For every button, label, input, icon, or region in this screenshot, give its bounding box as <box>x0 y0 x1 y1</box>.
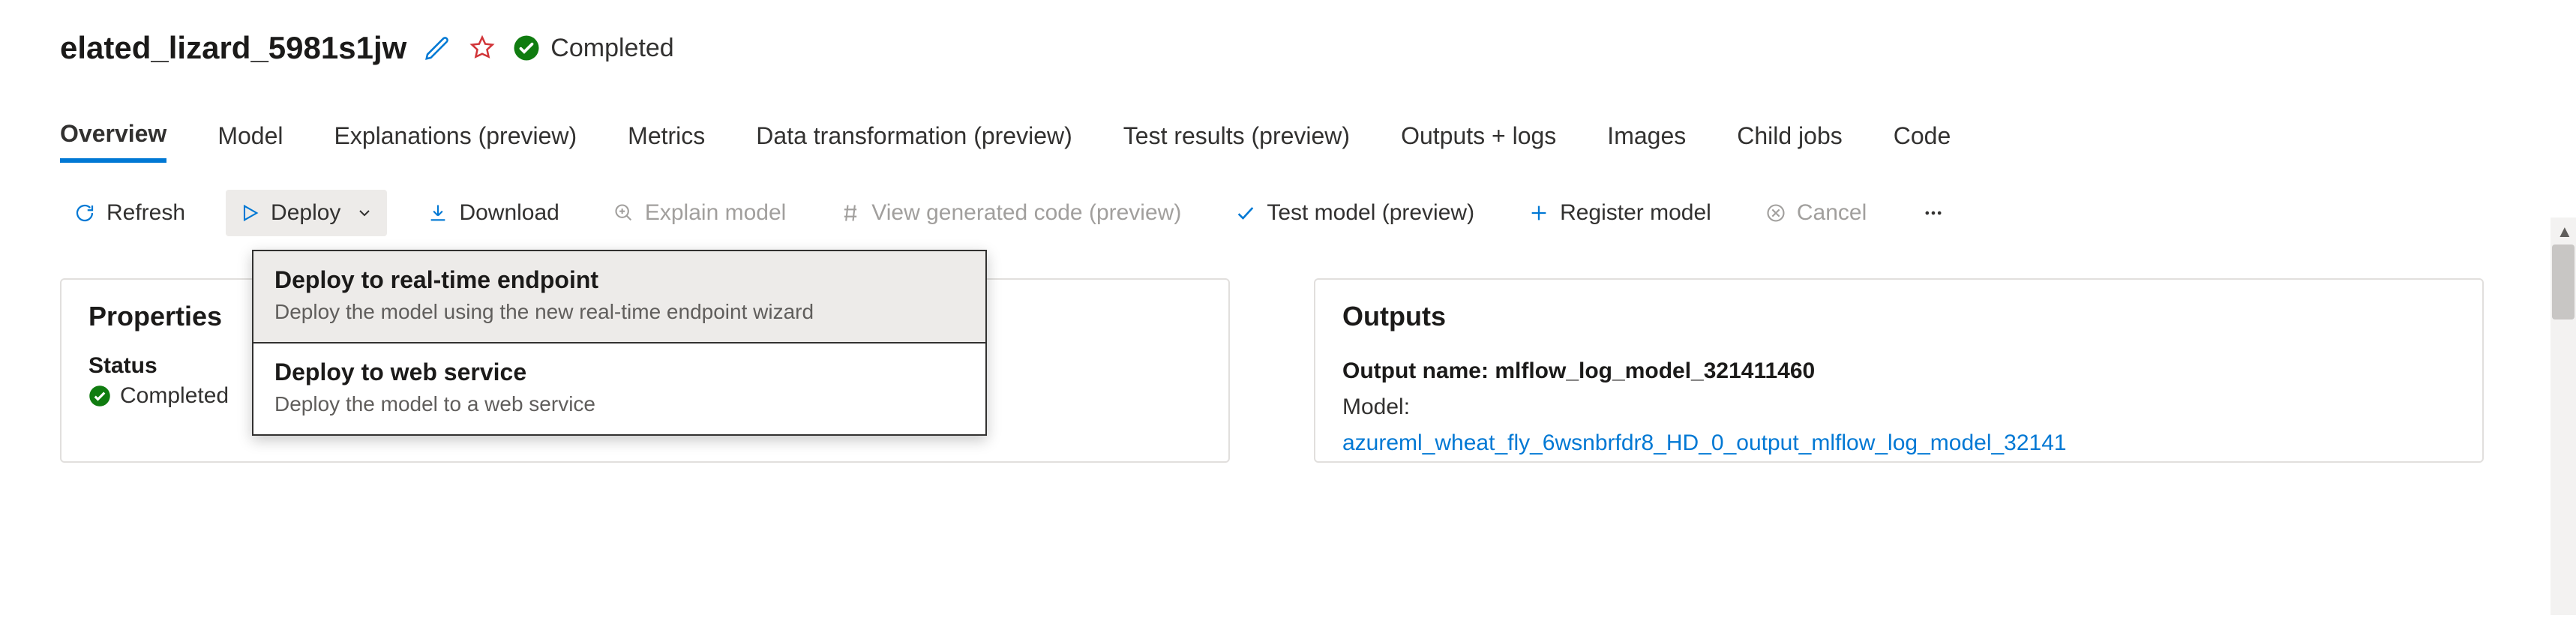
outputs-heading: Outputs <box>1342 301 2455 332</box>
plus-icon <box>1528 202 1549 224</box>
tab-bar: Overview Model Explanations (preview) Metri… <box>60 120 2576 163</box>
model-label: Model: <box>1342 394 1410 419</box>
tab-child-jobs[interactable]: Child jobs <box>1737 120 1843 163</box>
tab-data-transformation-preview[interactable]: Data transformation (preview) <box>756 120 1072 163</box>
output-name-value: mlflow_log_model_321411460 <box>1495 358 1815 383</box>
ellipsis-icon <box>1921 202 1946 224</box>
vertical-scrollbar[interactable]: ▲ <box>2551 218 2576 615</box>
cancel-button: Cancel <box>1752 190 1880 236</box>
scrollbar-thumb[interactable] <box>2552 244 2575 320</box>
test-model-button[interactable]: Test model (preview) <box>1222 190 1488 236</box>
cancel-label: Cancel <box>1797 200 1867 226</box>
register-model-label: Register model <box>1560 200 1711 226</box>
explain-model-button: Explain model <box>600 190 799 236</box>
more-button[interactable] <box>1907 192 1960 234</box>
check-icon <box>1235 202 1256 224</box>
tab-test-results-preview[interactable]: Test results (preview) <box>1123 120 1350 163</box>
status-text: Completed <box>550 34 673 63</box>
refresh-icon <box>73 202 96 224</box>
success-check-icon <box>88 385 111 407</box>
edit-icon[interactable] <box>423 34 451 62</box>
outputs-panel: Outputs Output name: mlflow_log_model_32… <box>1314 278 2484 463</box>
status-value-text: Completed <box>120 383 229 409</box>
explain-model-label: Explain model <box>645 200 786 226</box>
deploy-option-desc: Deploy the model to a web service <box>274 392 964 416</box>
tab-images[interactable]: Images <box>1607 120 1686 163</box>
view-code-label: View generated code (preview) <box>871 200 1181 226</box>
cancel-icon <box>1765 202 1786 224</box>
status-chip: Completed <box>513 34 673 63</box>
download-button[interactable]: Download <box>414 190 572 236</box>
deploy-option-title: Deploy to real-time endpoint <box>274 266 964 294</box>
download-label: Download <box>459 200 559 226</box>
hash-icon <box>840 202 861 224</box>
tab-outputs-logs[interactable]: Outputs + logs <box>1401 120 1556 163</box>
page-title: elated_lizard_5981s1jw <box>60 30 406 66</box>
deploy-button[interactable]: Deploy <box>226 190 387 236</box>
view-code-button: View generated code (preview) <box>826 190 1195 236</box>
register-model-button[interactable]: Register model <box>1515 190 1725 236</box>
deploy-label: Deploy <box>271 200 340 226</box>
tab-code[interactable]: Code <box>1894 120 1951 163</box>
download-icon <box>427 202 448 224</box>
refresh-label: Refresh <box>106 200 185 226</box>
deploy-option-title: Deploy to web service <box>274 358 964 386</box>
model-link[interactable]: azureml_wheat_fly_6wsnbrfdr8_HD_0_output… <box>1342 430 2067 455</box>
page-header: elated_lizard_5981s1jw Completed <box>60 30 2576 66</box>
tab-overview[interactable]: Overview <box>60 120 166 163</box>
output-name-label: Output name: <box>1342 358 1489 383</box>
deploy-option-desc: Deploy the model using the new real-time… <box>274 300 964 324</box>
chevron-down-icon <box>355 204 373 222</box>
deploy-dropdown: Deploy to real-time endpoint Deploy the m… <box>252 250 987 436</box>
test-model-label: Test model (preview) <box>1267 200 1474 226</box>
deploy-option-deploy-to-web-service[interactable]: Deploy to web service Deploy the model to… <box>253 344 985 434</box>
favorite-star-icon[interactable] <box>468 34 496 62</box>
play-icon <box>239 202 260 224</box>
magnify-plus-icon <box>613 202 634 224</box>
deploy-option-deploy-to-real-time-endpoint[interactable]: Deploy to real-time endpoint Deploy the m… <box>253 251 985 344</box>
tab-metrics[interactable]: Metrics <box>628 120 705 163</box>
toolbar: Refresh Deploy Download Explain model Vi… <box>60 185 2576 236</box>
scroll-up-arrow-icon[interactable]: ▲ <box>2557 222 2573 242</box>
tab-explanations-preview[interactable]: Explanations (preview) <box>334 120 577 163</box>
success-check-icon <box>513 34 540 62</box>
outputs-body: Output name: mlflow_log_model_321411460 … <box>1342 353 2455 461</box>
tab-model[interactable]: Model <box>217 120 283 163</box>
refresh-button[interactable]: Refresh <box>60 190 199 236</box>
